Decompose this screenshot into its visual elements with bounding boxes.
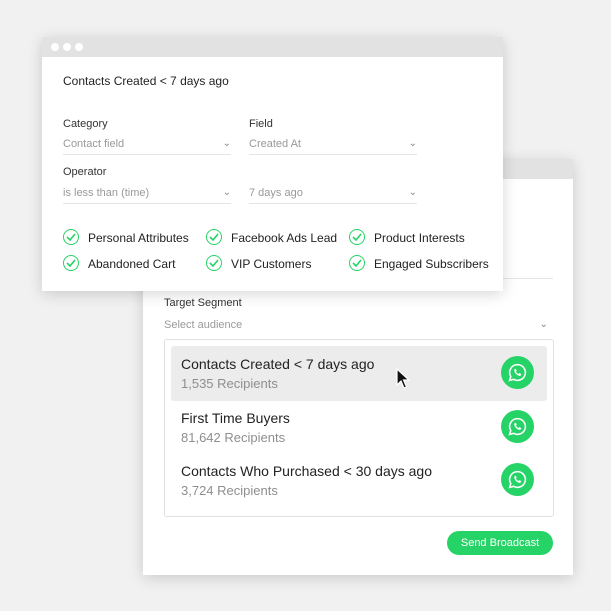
audience-count: 81,642 Recipients — [181, 430, 286, 445]
audience-count: 1,535 Recipients — [181, 376, 278, 391]
chevron-down-icon: ⌄ — [222, 187, 231, 198]
mouse-pointer-icon — [396, 367, 412, 395]
segment-filter-window: Contacts Created < 7 days ago Category C… — [42, 37, 503, 291]
window-dot — [63, 43, 71, 51]
whatsapp-icon — [501, 410, 534, 443]
check-circle-icon — [206, 255, 222, 271]
audience-name: First Time Buyers — [181, 410, 290, 426]
check-circle-icon — [349, 255, 365, 271]
chevron-down-icon: ⌄ — [222, 138, 231, 149]
tag-label: VIP Customers — [231, 257, 312, 271]
check-circle-icon — [63, 255, 79, 271]
tag-label: Engaged Subscribers — [374, 257, 489, 271]
segment-title: Contacts Created < 7 days ago — [63, 74, 229, 88]
audience-name: Contacts Who Purchased < 30 days ago — [181, 463, 432, 479]
tag-label: Facebook Ads Lead — [231, 231, 338, 245]
tag-label: Abandoned Cart — [88, 257, 176, 271]
audience-select-placeholder: Select audience — [164, 319, 243, 331]
category-value: Contact field — [63, 138, 125, 150]
check-circle-icon — [206, 229, 222, 245]
audience-count: 3,724 Recipients — [181, 483, 278, 498]
chevron-down-icon: ⌄ — [408, 138, 417, 149]
category-select[interactable]: Contact field ⌄ — [63, 138, 231, 155]
audience-select[interactable]: Select audience ⌄ — [164, 319, 548, 337]
operator-value: is less than (time) — [63, 187, 150, 199]
send-broadcast-button[interactable]: Send Broadcast — [447, 531, 553, 555]
tag-label: Product Interests — [374, 231, 465, 245]
check-circle-icon — [63, 229, 79, 245]
time-value: 7 days ago — [249, 187, 303, 199]
check-circle-icon — [349, 229, 365, 245]
window-dot — [51, 43, 59, 51]
time-value-select[interactable]: 7 days ago ⌄ — [249, 187, 417, 204]
field-label: Field — [249, 118, 273, 130]
category-label: Category — [63, 118, 108, 130]
audience-option[interactable]: Contacts Created < 7 days ago 1,535 Reci… — [171, 346, 547, 401]
operator-label: Operator — [63, 166, 107, 178]
target-segment-label: Target Segment — [164, 297, 242, 309]
audience-option[interactable]: Contacts Who Purchased < 30 days ago 3,7… — [171, 453, 547, 508]
tag-label: Personal Attributes — [88, 231, 189, 245]
audience-list: Contacts Created < 7 days ago 1,535 Reci… — [164, 339, 554, 517]
chevron-down-icon: ⌄ — [539, 319, 548, 330]
window-dot — [75, 43, 83, 51]
whatsapp-icon — [501, 463, 534, 496]
whatsapp-icon — [501, 356, 534, 389]
window-titlebar — [42, 37, 503, 57]
audience-option[interactable]: First Time Buyers 81,642 Recipients — [171, 400, 547, 455]
operator-select[interactable]: is less than (time) ⌄ — [63, 187, 231, 204]
field-value: Created At — [249, 138, 301, 150]
field-select[interactable]: Created At ⌄ — [249, 138, 417, 155]
chevron-down-icon: ⌄ — [408, 187, 417, 198]
audience-name: Contacts Created < 7 days ago — [181, 356, 375, 372]
